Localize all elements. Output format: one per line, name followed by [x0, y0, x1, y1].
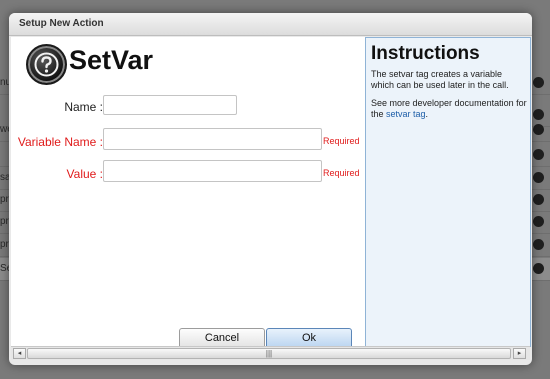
bg-row-status-icon [533, 124, 544, 135]
dialog-titlebar[interactable]: Setup New Action [9, 13, 532, 36]
form-pane: SetVar Name : Variable Name : Required V… [11, 37, 365, 349]
value-required-text: Required [323, 168, 360, 178]
scroll-thumb[interactable]: ||| [27, 348, 511, 359]
name-input[interactable] [103, 95, 237, 115]
value-input[interactable] [103, 160, 322, 182]
instructions-pane: Instructions The setvar tag creates a va… [365, 37, 531, 347]
variable-name-input[interactable] [103, 128, 322, 150]
variable-name-label: Variable Name : [17, 135, 103, 149]
value-label: Value : [66, 167, 103, 181]
dialog-content: SetVar Name : Variable Name : Required V… [11, 37, 531, 349]
name-label: Name : [64, 100, 103, 114]
scroll-left-icon[interactable]: ◂ [13, 348, 26, 359]
instructions-text: The setvar tag creates a variable which … [371, 69, 509, 90]
bg-row-text: pr [0, 239, 9, 250]
instructions-doc-suffix: . [425, 109, 429, 119]
bg-row-status-icon [533, 149, 544, 160]
variable-name-required-text: Required [323, 136, 360, 146]
question-mark-icon [26, 44, 67, 85]
bg-row-status-icon [533, 263, 544, 274]
bg-row-status-icon [533, 77, 544, 88]
action-heading: SetVar [69, 45, 154, 75]
bg-row-status-icon [533, 216, 544, 227]
horizontal-scrollbar[interactable]: ◂ ||| ▸ [11, 346, 530, 360]
dialog-title: Setup New Action [19, 18, 104, 29]
setup-action-dialog: Setup New Action SetVar Name : Variable … [9, 13, 532, 365]
bg-row-text: pr [0, 216, 9, 227]
bg-row-text: pr [0, 194, 9, 205]
bg-row-status-icon [533, 194, 544, 205]
instructions-title: Instructions [371, 43, 480, 64]
scroll-right-icon[interactable]: ▸ [513, 348, 526, 359]
bg-row-status-icon [533, 239, 544, 250]
instructions-doc-text: See more developer documentation for the… [371, 98, 527, 120]
setvar-tag-link[interactable]: setvar tag [386, 109, 426, 119]
bg-row-status-icon [533, 172, 544, 183]
